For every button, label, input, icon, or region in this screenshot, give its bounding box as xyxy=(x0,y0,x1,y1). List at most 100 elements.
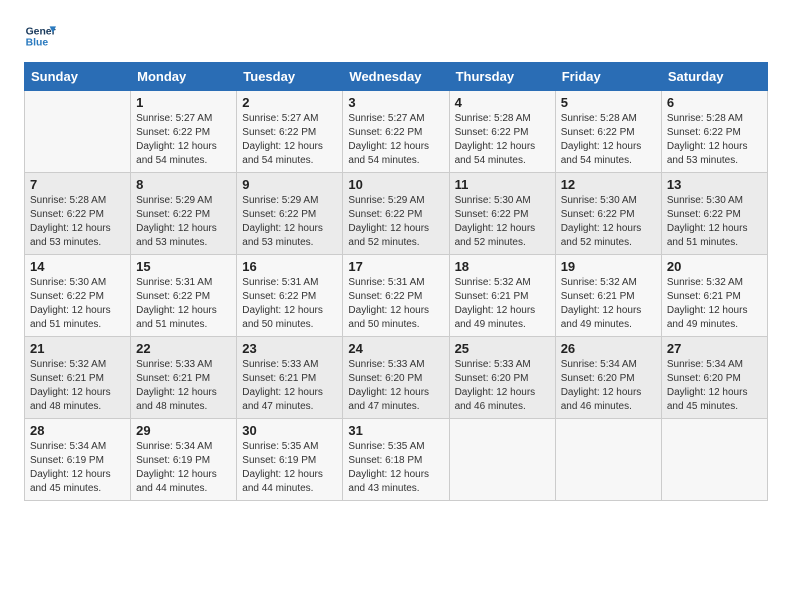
week-row-4: 21 Sunrise: 5:32 AMSunset: 6:21 PMDayligh… xyxy=(25,337,768,419)
day-number: 11 xyxy=(455,177,550,192)
calendar-table: SundayMondayTuesdayWednesdayThursdayFrid… xyxy=(24,62,768,501)
day-cell: 19 Sunrise: 5:32 AMSunset: 6:21 PMDayligh… xyxy=(555,255,661,337)
day-cell: 22 Sunrise: 5:33 AMSunset: 6:21 PMDayligh… xyxy=(131,337,237,419)
day-cell: 10Sunrise: 5:29 AMSunset: 6:22 PMDayligh… xyxy=(343,173,449,255)
day-info: Sunrise: 5:29 AMSunset: 6:22 PMDaylight:… xyxy=(136,194,231,250)
week-row-5: 28 Sunrise: 5:34 AMSunset: 6:19 PMDayligh… xyxy=(25,419,768,501)
day-cell: 7Sunrise: 5:28 AMSunset: 6:22 PMDaylight… xyxy=(25,173,131,255)
logo-icon: General Blue xyxy=(24,20,56,52)
day-number: 3 xyxy=(348,95,443,110)
day-cell: 16 Sunrise: 5:31 AMSunset: 6:22 PMDayligh… xyxy=(237,255,343,337)
day-cell xyxy=(449,419,555,501)
day-cell: 29 Sunrise: 5:34 AMSunset: 6:19 PMDayligh… xyxy=(131,419,237,501)
day-number: 19 xyxy=(561,259,656,274)
week-row-2: 7Sunrise: 5:28 AMSunset: 6:22 PMDaylight… xyxy=(25,173,768,255)
calendar-header-row: SundayMondayTuesdayWednesdayThursdayFrid… xyxy=(25,63,768,91)
day-number: 29 xyxy=(136,423,231,438)
day-cell: 4 Sunrise: 5:28 AMSunset: 6:22 PMDaylight… xyxy=(449,91,555,173)
day-cell: 25 Sunrise: 5:33 AMSunset: 6:20 PMDayligh… xyxy=(449,337,555,419)
svg-text:Blue: Blue xyxy=(26,38,49,49)
logo: General Blue xyxy=(24,20,56,52)
day-info: Sunrise: 5:31 AMSunset: 6:22 PMDaylight:… xyxy=(348,276,443,332)
day-info: Sunrise: 5:30 AMSunset: 6:22 PMDaylight:… xyxy=(455,194,550,250)
day-info: Sunrise: 5:31 AMSunset: 6:22 PMDaylight:… xyxy=(242,276,337,332)
day-cell: 17 Sunrise: 5:31 AMSunset: 6:22 PMDayligh… xyxy=(343,255,449,337)
day-info: Sunrise: 5:33 AMSunset: 6:20 PMDaylight:… xyxy=(455,358,550,414)
header-tuesday: Tuesday xyxy=(237,63,343,91)
day-info: Sunrise: 5:29 AMSunset: 6:22 PMDaylight:… xyxy=(242,194,337,250)
day-number: 28 xyxy=(30,423,125,438)
calendar-body: 1 Sunrise: 5:27 AMSunset: 6:22 PMDaylight… xyxy=(25,91,768,501)
day-cell: 6Sunrise: 5:28 AMSunset: 6:22 PMDaylight… xyxy=(661,91,767,173)
day-cell: 27 Sunrise: 5:34 AMSunset: 6:20 PMDayligh… xyxy=(661,337,767,419)
day-info: Sunrise: 5:28 AMSunset: 6:22 PMDaylight:… xyxy=(455,112,550,168)
day-cell: 20Sunrise: 5:32 AMSunset: 6:21 PMDayligh… xyxy=(661,255,767,337)
day-info: Sunrise: 5:32 AMSunset: 6:21 PMDaylight:… xyxy=(30,358,125,414)
week-row-1: 1 Sunrise: 5:27 AMSunset: 6:22 PMDaylight… xyxy=(25,91,768,173)
header-friday: Friday xyxy=(555,63,661,91)
header-wednesday: Wednesday xyxy=(343,63,449,91)
day-number: 17 xyxy=(348,259,443,274)
day-cell: 13Sunrise: 5:30 AMSunset: 6:22 PMDayligh… xyxy=(661,173,767,255)
day-cell: 5Sunrise: 5:28 AMSunset: 6:22 PMDaylight… xyxy=(555,91,661,173)
day-number: 4 xyxy=(455,95,550,110)
header-monday: Monday xyxy=(131,63,237,91)
header-saturday: Saturday xyxy=(661,63,767,91)
day-number: 23 xyxy=(242,341,337,356)
page-header: General Blue xyxy=(24,20,768,52)
day-info: Sunrise: 5:35 AMSunset: 6:19 PMDaylight:… xyxy=(242,440,337,496)
day-number: 1 xyxy=(136,95,231,110)
day-cell xyxy=(555,419,661,501)
day-info: Sunrise: 5:33 AMSunset: 6:21 PMDaylight:… xyxy=(242,358,337,414)
day-number: 12 xyxy=(561,177,656,192)
day-info: Sunrise: 5:27 AMSunset: 6:22 PMDaylight:… xyxy=(348,112,443,168)
header-sunday: Sunday xyxy=(25,63,131,91)
day-info: Sunrise: 5:32 AMSunset: 6:21 PMDaylight:… xyxy=(455,276,550,332)
day-number: 5 xyxy=(561,95,656,110)
day-cell: 2Sunrise: 5:27 AMSunset: 6:22 PMDaylight… xyxy=(237,91,343,173)
day-info: Sunrise: 5:30 AMSunset: 6:22 PMDaylight:… xyxy=(30,276,125,332)
day-info: Sunrise: 5:31 AMSunset: 6:22 PMDaylight:… xyxy=(136,276,231,332)
day-number: 2 xyxy=(242,95,337,110)
day-number: 27 xyxy=(667,341,762,356)
day-cell: 14Sunrise: 5:30 AMSunset: 6:22 PMDayligh… xyxy=(25,255,131,337)
day-info: Sunrise: 5:30 AMSunset: 6:22 PMDaylight:… xyxy=(667,194,762,250)
day-info: Sunrise: 5:34 AMSunset: 6:19 PMDaylight:… xyxy=(30,440,125,496)
day-cell xyxy=(25,91,131,173)
day-number: 7 xyxy=(30,177,125,192)
day-cell xyxy=(661,419,767,501)
day-number: 26 xyxy=(561,341,656,356)
day-number: 6 xyxy=(667,95,762,110)
day-cell: 9Sunrise: 5:29 AMSunset: 6:22 PMDaylight… xyxy=(237,173,343,255)
day-cell: 3 Sunrise: 5:27 AMSunset: 6:22 PMDaylight… xyxy=(343,91,449,173)
day-info: Sunrise: 5:32 AMSunset: 6:21 PMDaylight:… xyxy=(667,276,762,332)
day-cell: 15 Sunrise: 5:31 AMSunset: 6:22 PMDayligh… xyxy=(131,255,237,337)
day-number: 21 xyxy=(30,341,125,356)
day-info: Sunrise: 5:33 AMSunset: 6:21 PMDaylight:… xyxy=(136,358,231,414)
day-cell: 8 Sunrise: 5:29 AMSunset: 6:22 PMDaylight… xyxy=(131,173,237,255)
day-cell: 31 Sunrise: 5:35 AMSunset: 6:18 PMDayligh… xyxy=(343,419,449,501)
day-cell: 26 Sunrise: 5:34 AMSunset: 6:20 PMDayligh… xyxy=(555,337,661,419)
day-number: 31 xyxy=(348,423,443,438)
day-number: 22 xyxy=(136,341,231,356)
header-thursday: Thursday xyxy=(449,63,555,91)
day-cell: 1 Sunrise: 5:27 AMSunset: 6:22 PMDaylight… xyxy=(131,91,237,173)
day-cell: 18 Sunrise: 5:32 AMSunset: 6:21 PMDayligh… xyxy=(449,255,555,337)
day-info: Sunrise: 5:27 AMSunset: 6:22 PMDaylight:… xyxy=(136,112,231,168)
day-info: Sunrise: 5:35 AMSunset: 6:18 PMDaylight:… xyxy=(348,440,443,496)
day-number: 25 xyxy=(455,341,550,356)
day-number: 15 xyxy=(136,259,231,274)
day-cell: 11 Sunrise: 5:30 AMSunset: 6:22 PMDayligh… xyxy=(449,173,555,255)
day-info: Sunrise: 5:34 AMSunset: 6:20 PMDaylight:… xyxy=(667,358,762,414)
day-number: 8 xyxy=(136,177,231,192)
day-number: 18 xyxy=(455,259,550,274)
day-info: Sunrise: 5:29 AMSunset: 6:22 PMDaylight:… xyxy=(348,194,443,250)
day-info: Sunrise: 5:34 AMSunset: 6:19 PMDaylight:… xyxy=(136,440,231,496)
day-number: 16 xyxy=(242,259,337,274)
day-cell: 28 Sunrise: 5:34 AMSunset: 6:19 PMDayligh… xyxy=(25,419,131,501)
day-cell: 23 Sunrise: 5:33 AMSunset: 6:21 PMDayligh… xyxy=(237,337,343,419)
day-info: Sunrise: 5:34 AMSunset: 6:20 PMDaylight:… xyxy=(561,358,656,414)
day-info: Sunrise: 5:32 AMSunset: 6:21 PMDaylight:… xyxy=(561,276,656,332)
day-cell: 21 Sunrise: 5:32 AMSunset: 6:21 PMDayligh… xyxy=(25,337,131,419)
day-cell: 12Sunrise: 5:30 AMSunset: 6:22 PMDayligh… xyxy=(555,173,661,255)
